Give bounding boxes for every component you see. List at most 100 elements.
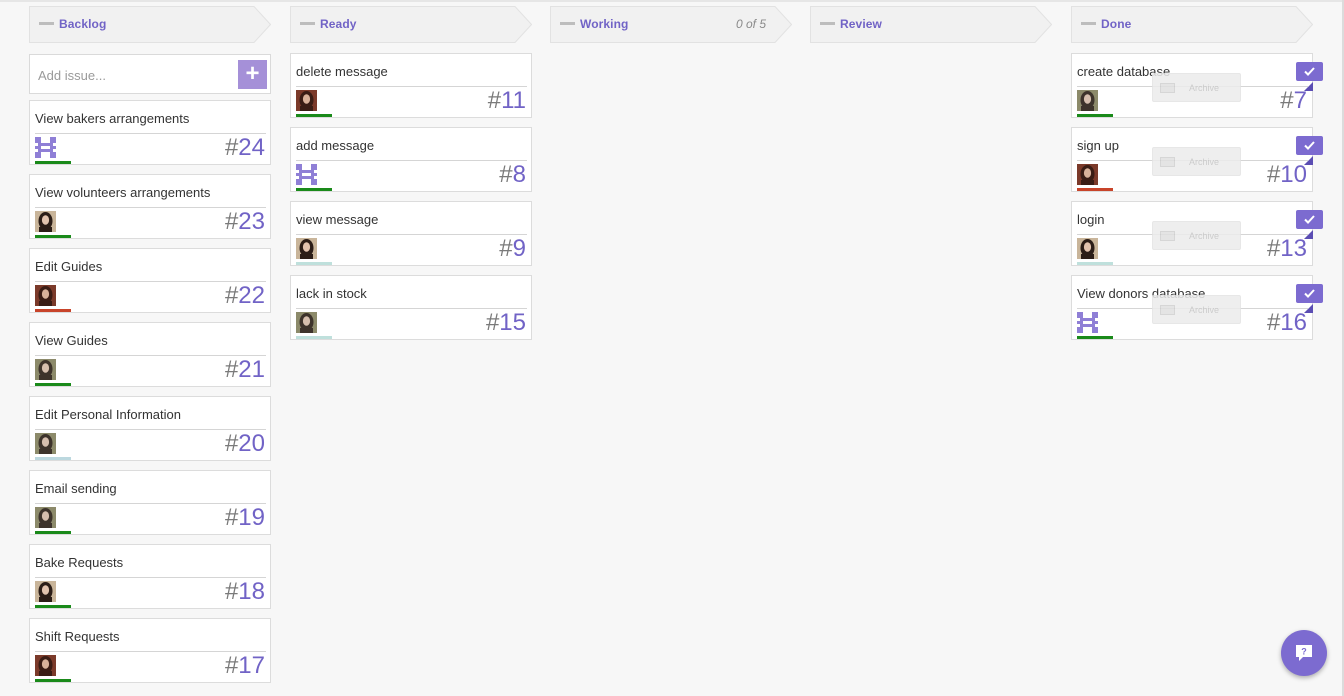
assignee-avatar[interactable] <box>1077 238 1098 259</box>
card-divider <box>296 234 527 235</box>
issue-title[interactable]: View bakers arrangements <box>35 111 189 126</box>
archive-button[interactable]: Archive <box>1152 73 1241 102</box>
issue-number[interactable]: #20 <box>225 430 265 458</box>
status-bar <box>296 114 332 117</box>
archive-icon <box>1160 83 1175 93</box>
svg-text:?: ? <box>1301 647 1307 657</box>
add-issue-button[interactable]: + <box>238 60 267 89</box>
issue-number[interactable]: #7 <box>1280 87 1307 115</box>
issue-card[interactable]: View donors database #16 Archive <box>1071 275 1323 340</box>
issue-number[interactable]: #22 <box>225 282 265 310</box>
issue-title[interactable]: Edit Personal Information <box>35 407 181 422</box>
issue-card[interactable]: Bake Requests #18 <box>29 544 271 609</box>
assignee-avatar[interactable] <box>35 359 56 380</box>
collapse-icon[interactable] <box>820 22 835 25</box>
assignee-avatar[interactable] <box>1077 90 1098 111</box>
issue-number[interactable]: #18 <box>225 578 265 606</box>
column-header[interactable]: Working 0 of 5 <box>550 6 792 43</box>
issue-number-value: 16 <box>1280 309 1307 336</box>
issue-number[interactable]: #11 <box>488 87 526 115</box>
status-bar <box>35 309 71 312</box>
checkmark-icon <box>1304 215 1315 224</box>
done-check-badge[interactable] <box>1296 284 1323 303</box>
issue-number-value: 15 <box>499 309 526 336</box>
column-header[interactable]: Done <box>1071 6 1313 43</box>
issue-title[interactable]: Bake Requests <box>35 555 123 570</box>
collapse-icon[interactable] <box>1081 22 1096 25</box>
done-check-badge[interactable] <box>1296 62 1323 81</box>
add-issue-input[interactable] <box>38 65 228 85</box>
assignee-avatar[interactable] <box>35 507 56 528</box>
column-title: Done <box>1101 17 1132 31</box>
issue-number[interactable]: #15 <box>486 309 526 337</box>
issue-card[interactable]: View Guides #21 <box>29 322 271 387</box>
collapse-icon[interactable] <box>300 22 315 25</box>
done-check-badge[interactable] <box>1296 136 1323 155</box>
issue-number[interactable]: #23 <box>225 208 265 236</box>
status-bar <box>1077 114 1113 117</box>
assignee-avatar[interactable] <box>35 137 56 158</box>
issue-title[interactable]: sign up <box>1077 138 1119 153</box>
issue-number[interactable]: #17 <box>225 652 265 680</box>
assignee-avatar[interactable] <box>1077 164 1098 185</box>
collapse-icon[interactable] <box>560 22 575 25</box>
issue-title[interactable]: Edit Guides <box>35 259 102 274</box>
done-check-badge[interactable] <box>1296 210 1323 229</box>
assignee-avatar[interactable] <box>296 238 317 259</box>
issue-card[interactable]: Shift Requests #17 <box>29 618 271 683</box>
issue-card[interactable]: Edit Personal Information #20 <box>29 396 271 461</box>
assignee-avatar[interactable] <box>35 433 56 454</box>
assignee-avatar[interactable] <box>35 581 56 602</box>
issue-number[interactable]: #24 <box>225 134 265 162</box>
archive-button[interactable]: Archive <box>1152 147 1241 176</box>
issue-card[interactable]: delete message #11 <box>290 53 532 118</box>
issue-number[interactable]: #21 <box>225 356 265 384</box>
column-title: Ready <box>320 17 357 31</box>
issue-number[interactable]: #9 <box>499 235 526 263</box>
issue-number-value: 17 <box>238 652 265 679</box>
assignee-avatar[interactable] <box>35 211 56 232</box>
column-backlog: Backlog + View bakers arrangements#24Vie… <box>29 6 271 683</box>
issue-card[interactable]: View volunteers arrangements #23 <box>29 174 271 239</box>
issue-number[interactable]: #8 <box>499 161 526 189</box>
assignee-avatar[interactable] <box>296 312 317 333</box>
issue-number-value: 7 <box>1293 87 1307 114</box>
assignee-avatar[interactable] <box>296 90 317 111</box>
assignee-avatar[interactable] <box>1077 312 1098 333</box>
assignee-avatar[interactable] <box>296 164 317 185</box>
issue-number[interactable]: #16 <box>1267 309 1307 337</box>
issue-number-value: 8 <box>512 161 526 188</box>
assignee-avatar[interactable] <box>35 655 56 676</box>
issue-title[interactable]: Email sending <box>35 481 117 496</box>
archive-button[interactable]: Archive <box>1152 221 1241 250</box>
issue-number-value: 9 <box>512 235 526 262</box>
issue-title[interactable]: View Guides <box>35 333 108 348</box>
issue-title[interactable]: delete message <box>296 64 388 79</box>
issue-card[interactable]: View bakers arrangements #24 <box>29 100 271 165</box>
status-bar <box>35 383 71 386</box>
issue-card[interactable]: login #13 Archive <box>1071 201 1323 266</box>
issue-number[interactable]: #13 <box>1267 235 1307 263</box>
issue-title[interactable]: lack in stock <box>296 286 367 301</box>
column-header[interactable]: Ready <box>290 6 532 43</box>
collapse-icon[interactable] <box>39 22 54 25</box>
issue-card[interactable]: Email sending #19 <box>29 470 271 535</box>
column-header[interactable]: Review <box>810 6 1052 43</box>
issue-card[interactable]: sign up #10 Archive <box>1071 127 1323 192</box>
issue-number[interactable]: #19 <box>225 504 265 532</box>
issue-title[interactable]: View volunteers arrangements <box>35 185 210 200</box>
issue-title[interactable]: login <box>1077 212 1104 227</box>
assignee-avatar[interactable] <box>35 285 56 306</box>
issue-card[interactable]: lack in stock #15 <box>290 275 532 340</box>
column-header[interactable]: Backlog <box>29 6 271 43</box>
issue-card[interactable]: Edit Guides #22 <box>29 248 271 313</box>
issue-card[interactable]: create database #7 Archive <box>1071 53 1323 118</box>
archive-button[interactable]: Archive <box>1152 295 1241 324</box>
issue-card[interactable]: add message #8 <box>290 127 532 192</box>
issue-card[interactable]: view message #9 <box>290 201 532 266</box>
issue-title[interactable]: view message <box>296 212 378 227</box>
issue-number[interactable]: #10 <box>1267 161 1307 189</box>
issue-title[interactable]: add message <box>296 138 374 153</box>
issue-title[interactable]: Shift Requests <box>35 629 120 644</box>
help-chat-button[interactable]: ? <box>1281 630 1327 676</box>
